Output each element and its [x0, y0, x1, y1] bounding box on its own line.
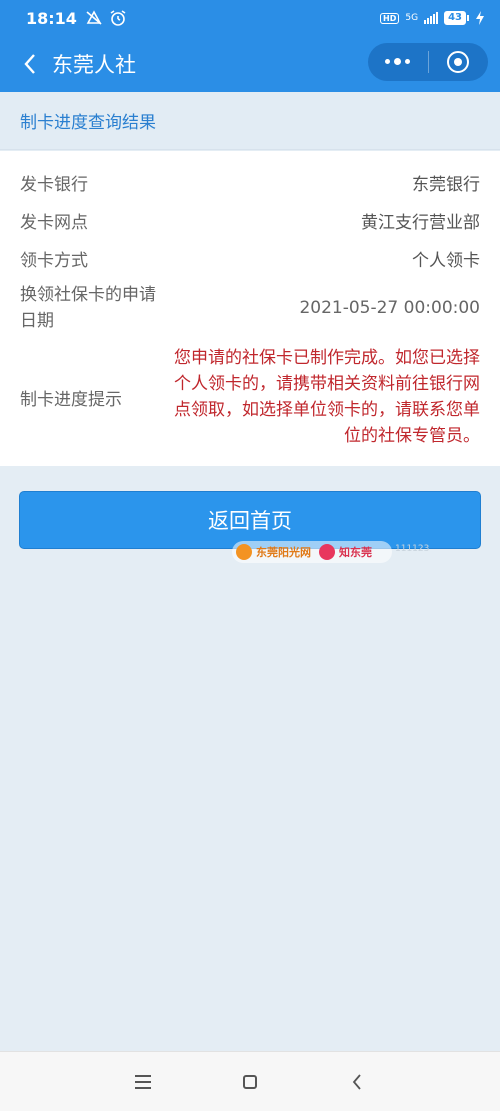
back-arrow-icon — [352, 1073, 361, 1090]
watermark-logo-icon — [236, 544, 252, 560]
system-nav-bar — [0, 1051, 500, 1111]
charging-icon — [476, 11, 484, 25]
battery-icon: 43 — [444, 11, 469, 25]
detail-label: 发卡网点 — [20, 212, 88, 233]
watermark-text: 东莞阳光网 — [256, 546, 311, 559]
home-button[interactable] — [220, 1057, 280, 1107]
close-button[interactable] — [428, 43, 488, 81]
menu-icon — [135, 1074, 152, 1089]
watermark-id: 111123 — [395, 544, 430, 554]
square-home-icon — [242, 1074, 257, 1089]
detail-row-bank: 发卡银行 东莞银行 — [0, 163, 500, 201]
section-title: 制卡进度查询结果 — [0, 92, 500, 150]
detail-label: 制卡进度提示 — [20, 389, 122, 410]
detail-value: 东莞银行 — [412, 174, 480, 195]
signal-icon — [424, 12, 439, 24]
network-label: 5G — [405, 13, 419, 23]
more-dots-icon — [385, 58, 411, 65]
page-title: 东莞人社 — [52, 53, 136, 77]
detail-label: 发卡银行 — [20, 174, 88, 195]
hd-badge: HD — [380, 12, 400, 24]
detail-row-method: 领卡方式 个人领卡 — [0, 239, 500, 277]
watermark: 东莞阳光网 知东莞 — [232, 541, 392, 563]
detail-row-date: 换领社保卡的申请日期 2021-05-27 00:00:00 — [0, 281, 500, 335]
detail-label: 换领社保卡的申请日期 — [20, 285, 156, 331]
mute-alarm-icon — [86, 10, 102, 25]
progress-notice: 您申请的社保卡已制作完成。如您已选择个人领卡的，请携带相关资料前往银行网点领取，… — [174, 348, 480, 446]
mini-program-capsule — [368, 43, 488, 81]
back-button[interactable] — [327, 1057, 387, 1107]
chevron-left-icon[interactable] — [10, 36, 50, 92]
watermark-logo2-icon — [319, 544, 335, 560]
detail-row-branch: 发卡网点 黄江支行营业部 — [0, 201, 500, 239]
detail-row-progress: 制卡进度提示 您申请的社保卡已制作完成。如您已选择个人领卡的，请携带相关资料前往… — [0, 345, 500, 449]
more-button[interactable] — [368, 43, 428, 81]
detail-label: 领卡方式 — [20, 250, 88, 271]
alarm-icon — [110, 10, 126, 26]
detail-value: 2021-05-27 00:00:00 — [299, 298, 480, 318]
target-circle-icon — [447, 51, 470, 73]
status-bar: 18:14 HD 5G 43 — [0, 0, 500, 36]
detail-value: 个人领卡 — [412, 250, 480, 271]
watermark-text-2: 知东莞 — [339, 546, 372, 559]
detail-value: 黄江支行营业部 — [361, 212, 480, 233]
details-card: 发卡银行 东莞银行 发卡网点 黄江支行营业部 领卡方式 个人领卡 换领社保卡的申… — [0, 151, 500, 466]
status-time: 18:14 — [26, 8, 77, 28]
menu-button[interactable] — [113, 1057, 173, 1107]
navbar: 东莞人社 — [0, 36, 500, 92]
